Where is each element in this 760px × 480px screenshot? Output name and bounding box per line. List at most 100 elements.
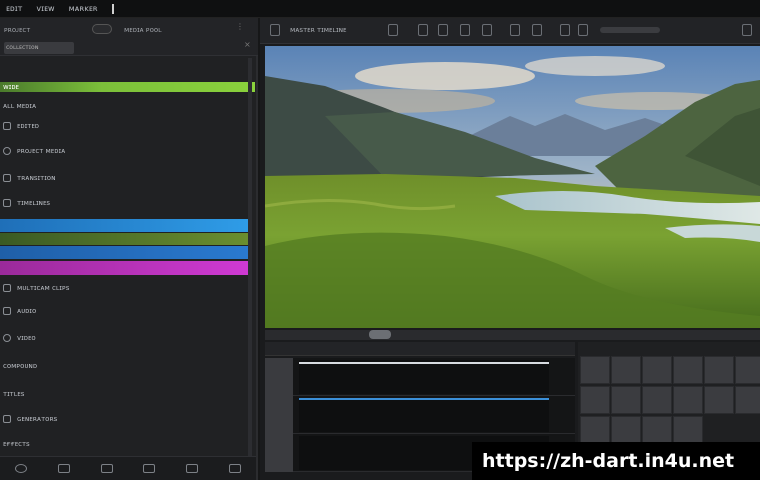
playhead-scrubber[interactable] xyxy=(265,330,760,340)
sort-icon[interactable] xyxy=(143,464,156,473)
flag-icon[interactable] xyxy=(578,24,588,36)
bin-label: ᴛɪᴛʟᴇs xyxy=(3,390,25,398)
filter-icon[interactable] xyxy=(185,464,198,473)
generator-icon xyxy=(3,415,11,423)
transition-icon xyxy=(3,174,11,182)
timeline-clip[interactable] xyxy=(299,398,549,432)
watermark-url: https://zh-dart.in4u.net xyxy=(472,442,760,480)
timeline-ruler[interactable] xyxy=(265,342,575,356)
collection-dropdown[interactable]: ᴄᴏʟʟᴇᴄᴛɪᴏɴ xyxy=(4,42,74,54)
bin-item[interactable]: ᴇᴅɪᴛᴇᴅ xyxy=(0,118,250,134)
timeline-track-v1[interactable] xyxy=(265,358,575,396)
bin-item[interactable]: ᴘʀᴏᴊᴇᴄᴛ ᴍᴇᴅɪᴀ xyxy=(0,143,250,159)
thumbnail[interactable] xyxy=(611,386,641,414)
clip-bar-blue[interactable] xyxy=(0,219,252,232)
thumbnail[interactable] xyxy=(642,386,672,414)
timeline-clip[interactable] xyxy=(299,360,549,394)
thumbnail[interactable] xyxy=(642,356,672,384)
bin-item[interactable]: ᴛɪᴛʟᴇs xyxy=(0,386,250,402)
text-icon[interactable] xyxy=(482,24,492,36)
thumbnail[interactable] xyxy=(580,416,610,444)
bin-item[interactable]: ᴛɪᴍᴇʟɪɴᴇs xyxy=(0,195,250,211)
bin-label: ᴄᴏᴍᴘᴏᴜɴᴅ xyxy=(3,362,38,370)
bin-item[interactable]: ᴀᴜᴅɪᴏ xyxy=(0,303,250,319)
panel-scrollbar[interactable] xyxy=(248,58,252,458)
folder-icon xyxy=(3,122,11,130)
menu-icon[interactable]: ⋮ xyxy=(236,22,244,31)
close-icon[interactable]: × xyxy=(244,40,251,49)
thumbnail[interactable] xyxy=(673,356,703,384)
grid-view-icon[interactable] xyxy=(100,464,113,473)
mask-icon[interactable] xyxy=(460,24,470,36)
multicam-icon xyxy=(3,284,11,292)
thumbnail[interactable] xyxy=(735,386,760,414)
marker-icon[interactable] xyxy=(560,24,570,36)
clip-edge-line xyxy=(299,362,549,364)
bin-item[interactable]: ᴄᴏᴍᴘᴏᴜɴᴅ xyxy=(0,358,250,374)
menu-edit[interactable]: ᴇᴅɪᴛ xyxy=(6,4,22,13)
bin-item[interactable]: ᴠɪᴅᴇᴏ xyxy=(0,330,250,346)
thumbnail[interactable] xyxy=(673,386,703,414)
fullscreen-icon[interactable] xyxy=(742,24,752,36)
bin-label: ᴛɪᴍᴇʟɪɴᴇs xyxy=(17,199,51,207)
bin-item[interactable]: ᴍᴜʟᴛɪᴄᴀᴍ ᴄʟɪᴘs xyxy=(0,280,250,296)
track-header[interactable] xyxy=(265,434,293,472)
viewer-menu-icon[interactable] xyxy=(270,24,280,36)
settings-icon[interactable] xyxy=(15,464,28,473)
viewer-title: ᴍᴀsᴛᴇʀ ᴛɪᴍᴇʟɪɴᴇ xyxy=(290,26,347,34)
zoom-slider[interactable] xyxy=(600,27,660,33)
thumbnail[interactable] xyxy=(704,386,734,414)
crop-icon[interactable] xyxy=(418,24,428,36)
menu-marker[interactable]: ᴍᴀʀᴋᴇʀ xyxy=(69,4,98,13)
viewer-area: ᴍᴀsᴛᴇʀ ᴛɪᴍᴇʟɪɴᴇ xyxy=(260,18,760,480)
audio-icon xyxy=(3,307,11,315)
bin-label: ᴍᴜʟᴛɪᴄᴀᴍ ᴄʟɪᴘs xyxy=(17,284,70,292)
viewer-toolbar: ᴍᴀsᴛᴇʀ ᴛɪᴍᴇʟɪɴᴇ xyxy=(260,18,760,44)
thumbnail[interactable] xyxy=(580,356,610,384)
thumbnail[interactable] xyxy=(611,356,641,384)
thumbnail[interactable] xyxy=(642,416,672,444)
zoom-icon[interactable] xyxy=(532,24,542,36)
clip-bar-blue-2[interactable] xyxy=(0,246,252,259)
bin-label: ᴀᴜᴅɪᴏ xyxy=(17,307,37,315)
track-header[interactable] xyxy=(265,358,293,396)
toggle-switch[interactable] xyxy=(92,24,112,34)
timeline-icon xyxy=(3,199,11,207)
bin-label: ᴡɪᴅᴇ xyxy=(3,83,19,91)
list-view-icon[interactable] xyxy=(57,464,70,473)
timeline-track-v2[interactable] xyxy=(265,396,575,434)
clip-edge-line xyxy=(299,398,549,400)
thumbnail[interactable] xyxy=(704,356,734,384)
bin-label: ᴇғғᴇᴄᴛs xyxy=(3,440,30,448)
selected-bin-green[interactable]: ᴡɪᴅᴇ xyxy=(0,82,255,92)
track-header[interactable] xyxy=(265,396,293,434)
bin-item[interactable]: ɢᴇɴᴇʀᴀᴛᴏʀs xyxy=(0,411,250,427)
menu-view[interactable]: ᴠɪᴇᴡ xyxy=(36,4,54,13)
thumbnail[interactable] xyxy=(611,416,641,444)
video-icon xyxy=(3,334,11,342)
audio-meter-icon[interactable] xyxy=(510,24,520,36)
bin-label: ɢᴇɴᴇʀᴀᴛᴏʀs xyxy=(17,415,58,423)
clip-bar-magenta[interactable] xyxy=(0,261,252,275)
playhead-knob[interactable] xyxy=(369,330,391,339)
bin-label: ᴠɪᴅᴇᴏ xyxy=(17,334,36,342)
text-cursor xyxy=(111,3,114,14)
bin-label: ᴇᴅɪᴛᴇᴅ xyxy=(17,122,40,130)
media-panel-header: ᴘʀᴏᴊᴇᴄᴛ ᴍᴇᴅɪᴀ ᴘᴏᴏʟ ⋮ ᴄᴏʟʟᴇᴄᴛɪᴏɴ × xyxy=(0,18,258,56)
project-label: ᴘʀᴏᴊᴇᴄᴛ xyxy=(4,26,31,34)
menubar: ᴇᴅɪᴛ ᴠɪᴇᴡ ᴍᴀʀᴋᴇʀ xyxy=(0,0,760,18)
transform-icon[interactable] xyxy=(438,24,448,36)
bin-item[interactable]: ᴛʀᴀɴsɪᴛɪᴏɴ xyxy=(0,170,250,186)
search-icon[interactable] xyxy=(228,464,241,473)
media-panel: ᴘʀᴏᴊᴇᴄᴛ ᴍᴇᴅɪᴀ ᴘᴏᴏʟ ⋮ ᴄᴏʟʟᴇᴄᴛɪᴏɴ × ᴡɪᴅᴇ ᴀ… xyxy=(0,18,258,480)
bin-label: ᴀʟʟ ᴍᴇᴅɪᴀ xyxy=(3,102,37,110)
layout-icon[interactable] xyxy=(388,24,398,36)
bin-item[interactable]: ᴇғғᴇᴄᴛs xyxy=(0,436,250,452)
video-preview[interactable] xyxy=(265,46,760,328)
bin-item[interactable]: ᴀʟʟ ᴍᴇᴅɪᴀ xyxy=(0,98,250,114)
thumbnail[interactable] xyxy=(735,356,760,384)
thumbnail[interactable] xyxy=(673,416,703,444)
thumbnail[interactable] xyxy=(580,386,610,414)
record-icon xyxy=(3,147,11,155)
clip-bar-olive[interactable] xyxy=(0,233,252,245)
